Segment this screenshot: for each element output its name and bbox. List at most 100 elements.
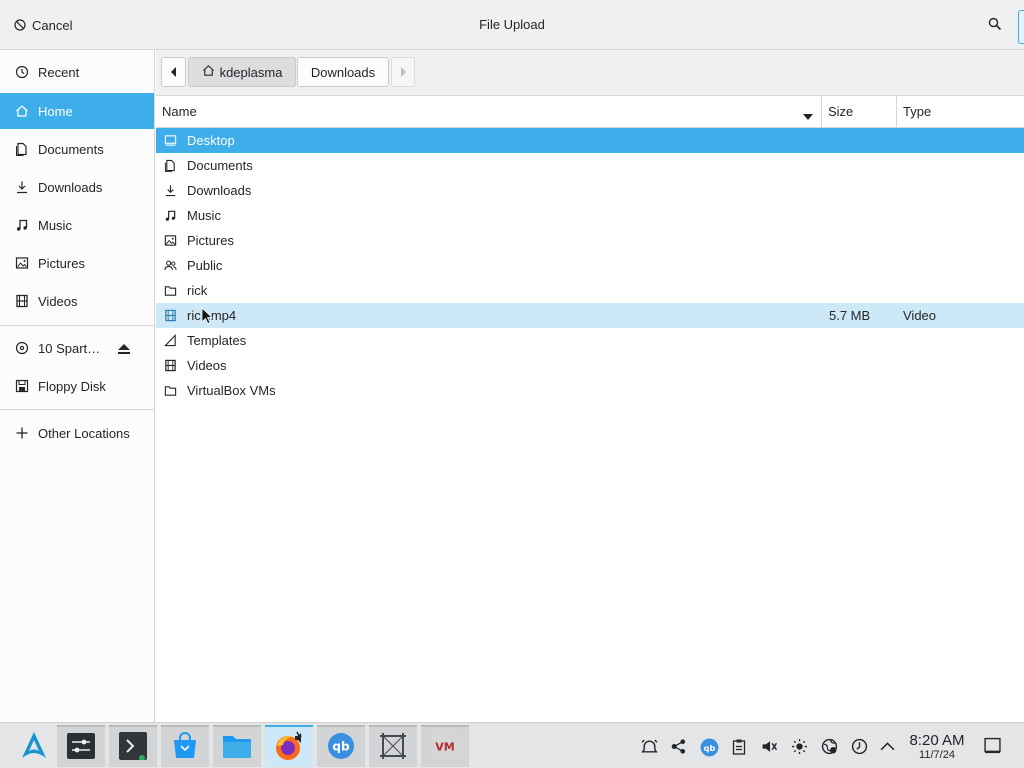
sidebar-item-label: Videos — [38, 293, 78, 309]
mouse-pointer-icon — [201, 307, 214, 328]
task-firefox[interactable] — [265, 725, 313, 767]
film-icon — [15, 294, 29, 308]
chevron-up-icon[interactable] — [879, 738, 896, 758]
download-icon — [15, 180, 29, 194]
file-name: Public — [187, 258, 223, 273]
file-name: Pictures — [187, 233, 234, 248]
column-label: Name — [162, 104, 197, 119]
file-name: Documents — [187, 158, 253, 173]
dialog-header: Cancel File Upload — [0, 0, 1024, 50]
file-name: VirtualBox VMs — [187, 383, 276, 398]
network-share-icon[interactable] — [670, 738, 687, 758]
path-segment-downloads[interactable]: Downloads — [297, 57, 389, 87]
path-segment-label: Downloads — [310, 64, 376, 80]
folder-icon — [222, 733, 252, 762]
path-segment-home[interactable]: kdeplasma — [188, 57, 296, 87]
eject-button[interactable] — [117, 343, 131, 358]
sidebar-device-disc[interactable]: 10 Spart… — [0, 330, 154, 366]
terminal-icon — [119, 731, 147, 763]
column-size[interactable]: Size — [822, 96, 897, 127]
updates-icon[interactable] — [851, 738, 868, 758]
file-row-desktop[interactable]: Desktop — [156, 128, 1024, 153]
file-row-virtualbox-vms[interactable]: VirtualBox VMs — [156, 378, 1024, 403]
file-row-downloads[interactable]: Downloads — [156, 178, 1024, 203]
sidebar-item-other-locations[interactable]: Other Locations — [0, 415, 154, 451]
sidebar-item-pictures[interactable]: Pictures — [0, 245, 154, 281]
sidebar-item-videos[interactable]: Videos — [0, 283, 154, 319]
file-row-rick-folder[interactable]: rick — [156, 278, 1024, 303]
sidebar-device-floppy[interactable]: Floppy Disk — [0, 368, 154, 404]
column-type[interactable]: Type — [897, 96, 1024, 127]
file-row-documents[interactable]: Documents — [156, 153, 1024, 178]
sidebar-item-recent[interactable]: Recent — [0, 54, 154, 90]
sidebar-divider — [0, 409, 154, 410]
brightness-icon[interactable] — [791, 738, 808, 758]
file-name: Downloads — [187, 183, 252, 198]
task-file-manager[interactable] — [213, 725, 261, 767]
clock-time[interactable]: 8:20 AM — [903, 732, 971, 749]
chevron-right-icon — [399, 65, 407, 80]
chevron-left-icon — [170, 65, 178, 80]
sort-down-icon — [803, 108, 813, 123]
folder-icon — [164, 284, 177, 297]
svg-text:qb: qb — [704, 743, 716, 753]
crop-frame-icon — [379, 732, 407, 763]
plus-icon — [15, 426, 29, 440]
task-virtualbox[interactable]: VM — [421, 725, 469, 767]
search-button[interactable] — [988, 17, 1002, 31]
sidebar-item-documents[interactable]: Documents — [0, 131, 154, 167]
search-icon — [988, 17, 1002, 31]
qbittorrent-icon[interactable]: qb — [700, 738, 719, 760]
picture-icon — [15, 256, 29, 270]
path-forward-button[interactable] — [391, 57, 415, 87]
task-qbittorrent[interactable]: qb — [317, 725, 365, 767]
home-icon — [202, 64, 215, 80]
show-desktop-icon[interactable] — [984, 737, 1001, 757]
music-note-icon — [164, 209, 177, 222]
alarm-icon[interactable] — [641, 738, 658, 758]
file-row-public[interactable]: Public — [156, 253, 1024, 278]
window-edge-button[interactable] — [1018, 10, 1024, 44]
sidebar-item-label: Documents — [38, 141, 104, 157]
sidebar-item-music[interactable]: Music — [0, 207, 154, 243]
file-row-rick-mp4[interactable]: rick.mp4 5.7 MB Video — [156, 303, 1024, 328]
task-settings[interactable] — [57, 725, 105, 767]
task-software-store[interactable] — [161, 725, 209, 767]
file-row-templates[interactable]: Templates — [156, 328, 1024, 353]
task-terminal[interactable] — [109, 725, 157, 767]
film-icon — [164, 309, 177, 322]
clipboard-icon[interactable] — [731, 738, 747, 758]
store-bag-icon — [171, 731, 199, 763]
file-row-music[interactable]: Music — [156, 203, 1024, 228]
music-note-icon — [15, 218, 29, 232]
sidebar-item-downloads[interactable]: Downloads — [0, 169, 154, 205]
path-back-button[interactable] — [161, 57, 186, 87]
sliders-icon — [67, 732, 95, 762]
arch-logo-icon — [19, 730, 49, 763]
sidebar-item-home[interactable]: Home — [0, 93, 154, 129]
users-icon — [164, 259, 177, 272]
download-icon — [164, 184, 177, 197]
file-name: Templates — [187, 333, 247, 348]
network-globe-icon[interactable] — [821, 738, 838, 758]
file-name: rick — [187, 283, 208, 298]
path-bar: kdeplasma Downloads — [156, 50, 1024, 96]
firefox-icon — [273, 730, 305, 765]
taskbar: qb VM qb 8:20 AM 11/7/24 — [0, 722, 1024, 768]
file-row-pictures[interactable]: Pictures — [156, 228, 1024, 253]
clock-date[interactable]: 11/7/24 — [903, 749, 971, 761]
dialog-title: File Upload — [479, 17, 545, 32]
sidebar-item-label: 10 Spart… — [38, 340, 101, 356]
volume-muted-icon[interactable] — [760, 738, 778, 758]
sidebar-item-label: Pictures — [38, 255, 85, 271]
column-header: Name Size Type — [156, 96, 1024, 128]
file-row-videos[interactable]: Videos — [156, 353, 1024, 378]
application-launcher[interactable] — [10, 725, 58, 767]
task-screenshot[interactable] — [369, 725, 417, 767]
template-icon — [164, 334, 177, 347]
svg-text:qb: qb — [332, 739, 350, 753]
documents-icon — [164, 159, 177, 172]
column-name[interactable]: Name — [156, 96, 822, 127]
folder-icon — [164, 384, 177, 397]
file-type: Video — [903, 308, 937, 323]
